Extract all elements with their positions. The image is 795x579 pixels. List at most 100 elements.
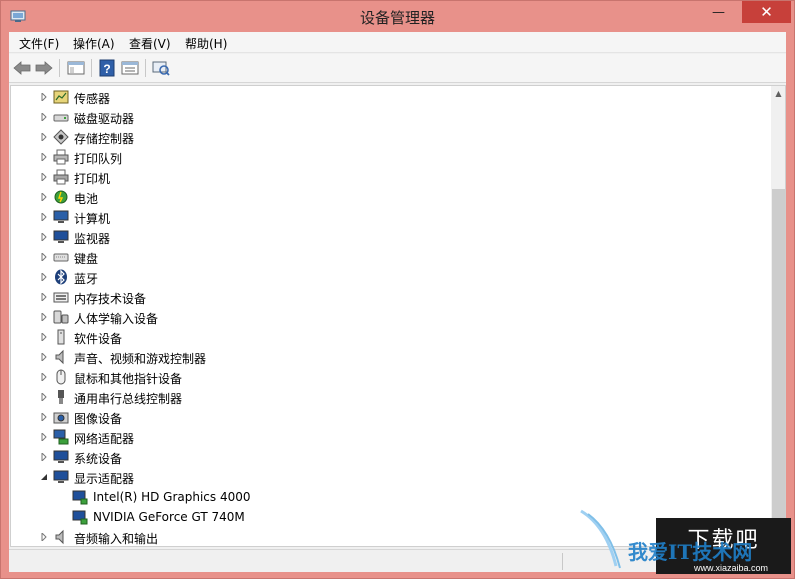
tree-item-print-queues[interactable]: 打印队列 — [11, 147, 771, 167]
hid-icon — [53, 310, 69, 324]
expand-icon[interactable] — [40, 153, 48, 161]
expand-icon[interactable] — [40, 333, 48, 341]
tree-item-human-interface-devices[interactable]: 人体学输入设备 — [11, 307, 771, 327]
speaker-icon — [55, 349, 64, 365]
status-separator — [562, 553, 563, 570]
tree-item-display-adapters[interactable]: 显示适配器 — [11, 467, 771, 487]
expand-icon[interactable] — [40, 173, 48, 181]
tree-item-label: 通用串行总线控制器 — [74, 392, 183, 406]
back-icon[interactable] — [12, 58, 32, 78]
tree-item-monitors[interactable]: 监视器 — [11, 227, 771, 247]
monitor-icon — [53, 230, 69, 243]
tree-item-nvidia-geforce[interactable]: NVIDIA GeForce GT 740M — [11, 507, 771, 527]
tree-item-sound-video-game-controllers[interactable]: 声音、视频和游戏控制器 — [11, 347, 771, 367]
expand-icon[interactable] — [40, 133, 48, 141]
tree-item-bluetooth[interactable]: 蓝牙 — [11, 267, 771, 287]
network-adapter-icon — [53, 429, 69, 445]
tree-item-system-devices[interactable]: 系统设备 — [11, 447, 771, 467]
camera-icon — [53, 412, 69, 424]
scroll-up-icon[interactable]: ▲ — [771, 86, 785, 101]
show-hide-console-tree-icon[interactable] — [66, 58, 86, 78]
tree-item-label: 存储控制器 — [74, 132, 135, 146]
expand-icon[interactable] — [40, 193, 48, 201]
expand-icon[interactable] — [40, 273, 48, 281]
properties-icon[interactable] — [120, 58, 140, 78]
tree-item-label: 传感器 — [74, 92, 111, 106]
expand-icon[interactable] — [40, 413, 48, 421]
tree-item-memory-technology-devices[interactable]: 内存技术设备 — [11, 287, 771, 307]
tree-item-intel-hd-graphics[interactable]: Intel(R) HD Graphics 4000 — [11, 487, 771, 507]
status-separator — [674, 553, 675, 570]
tree-item-label: 蓝牙 — [74, 272, 99, 286]
tree-item-keyboards[interactable]: 键盘 — [11, 247, 771, 267]
tree-item-mice-pointing-devices[interactable]: 鼠标和其他指针设备 — [11, 367, 771, 387]
expand-icon[interactable] — [40, 313, 48, 321]
disk-drive-icon — [53, 114, 69, 122]
tree-item-imaging-devices[interactable]: 图像设备 — [11, 407, 771, 427]
tree-item-label: 显示适配器 — [74, 472, 135, 486]
speaker-icon — [55, 529, 64, 545]
tree-item-label: NVIDIA GeForce GT 740M — [93, 510, 245, 524]
device-tree[interactable]: 传感器 磁盘驱动器 存储控制器 打印队列 打印机 电池 计算机 监视器 键盘 蓝… — [10, 85, 786, 547]
tree-item-label: 鼠标和其他指针设备 — [74, 372, 183, 386]
menu-file[interactable]: 文件(F) — [19, 35, 59, 52]
display-adapter-icon — [72, 490, 88, 505]
expand-icon[interactable] — [40, 233, 48, 241]
storage-controller-icon — [53, 129, 69, 145]
tree-item-label: 系统设备 — [74, 452, 123, 466]
title-bar[interactable]: 设备管理器 — ✕ — [1, 1, 794, 32]
window-title: 设备管理器 — [359, 9, 435, 27]
tree-item-audio-inputs-outputs[interactable]: 音频输入和输出 — [11, 527, 771, 546]
memory-device-icon — [53, 292, 69, 303]
scan-hardware-icon[interactable] — [151, 58, 171, 78]
expand-icon[interactable] — [40, 113, 48, 121]
menu-help[interactable]: 帮助(H) — [185, 35, 227, 52]
tree-item-sensors[interactable]: 传感器 — [11, 87, 771, 107]
tree-item-storage-controllers[interactable]: 存储控制器 — [11, 127, 771, 147]
device-manager-window: 设备管理器 — ✕ 文件(F) 操作(A) 查看(V) 帮助(H) ? 传感器 … — [0, 0, 795, 579]
tree-item-network-adapters[interactable]: 网络适配器 — [11, 427, 771, 447]
tree-item-label: 打印队列 — [74, 152, 123, 166]
computer-icon — [53, 210, 69, 223]
menu-action[interactable]: 操作(A) — [73, 35, 115, 52]
tree-item-label: Intel(R) HD Graphics 4000 — [93, 490, 251, 504]
scrollbar-thumb[interactable] — [772, 189, 785, 544]
expand-icon[interactable] — [40, 293, 48, 301]
vertical-scrollbar[interactable]: ▲ — [771, 86, 785, 546]
toolbar-separator — [59, 59, 60, 77]
tree-item-usb-controllers[interactable]: 通用串行总线控制器 — [11, 387, 771, 407]
toolbar: ? — [9, 54, 786, 83]
tree-item-batteries[interactable]: 电池 — [11, 187, 771, 207]
close-button[interactable]: ✕ — [742, 1, 791, 23]
expand-icon[interactable] — [40, 433, 48, 441]
toolbar-separator — [145, 59, 146, 77]
tree-item-label: 软件设备 — [74, 332, 123, 346]
help-icon[interactable]: ? — [97, 58, 117, 78]
expand-icon[interactable] — [40, 373, 48, 381]
minimize-button[interactable]: — — [704, 1, 733, 23]
expand-icon[interactable] — [40, 253, 48, 261]
tree-item-label: 磁盘驱动器 — [74, 112, 135, 126]
toolbar-separator — [91, 59, 92, 77]
bluetooth-icon — [55, 269, 67, 285]
expand-icon[interactable] — [40, 453, 48, 461]
expand-icon[interactable] — [40, 93, 48, 101]
tree-item-printers[interactable]: 打印机 — [11, 167, 771, 187]
collapse-icon[interactable] — [40, 473, 48, 481]
expand-icon[interactable] — [40, 213, 48, 221]
software-device-icon — [57, 329, 65, 345]
expand-icon[interactable] — [40, 353, 48, 361]
tree-item-disk-drives[interactable]: 磁盘驱动器 — [11, 107, 771, 127]
printer-icon — [53, 169, 69, 185]
tree-item-label: 电池 — [74, 192, 99, 206]
menu-bar: 文件(F) 操作(A) 查看(V) 帮助(H) — [9, 32, 786, 53]
tree-item-computer[interactable]: 计算机 — [11, 207, 771, 227]
tree-item-software-devices[interactable]: 软件设备 — [11, 327, 771, 347]
keyboard-icon — [53, 253, 69, 262]
client-area: 文件(F) 操作(A) 查看(V) 帮助(H) ? 传感器 磁盘驱动器 存储控制… — [9, 32, 786, 572]
expand-icon[interactable] — [40, 393, 48, 401]
menu-view[interactable]: 查看(V) — [129, 35, 171, 52]
system-device-icon — [53, 450, 69, 463]
forward-icon[interactable] — [34, 58, 54, 78]
expand-icon[interactable] — [40, 533, 48, 541]
